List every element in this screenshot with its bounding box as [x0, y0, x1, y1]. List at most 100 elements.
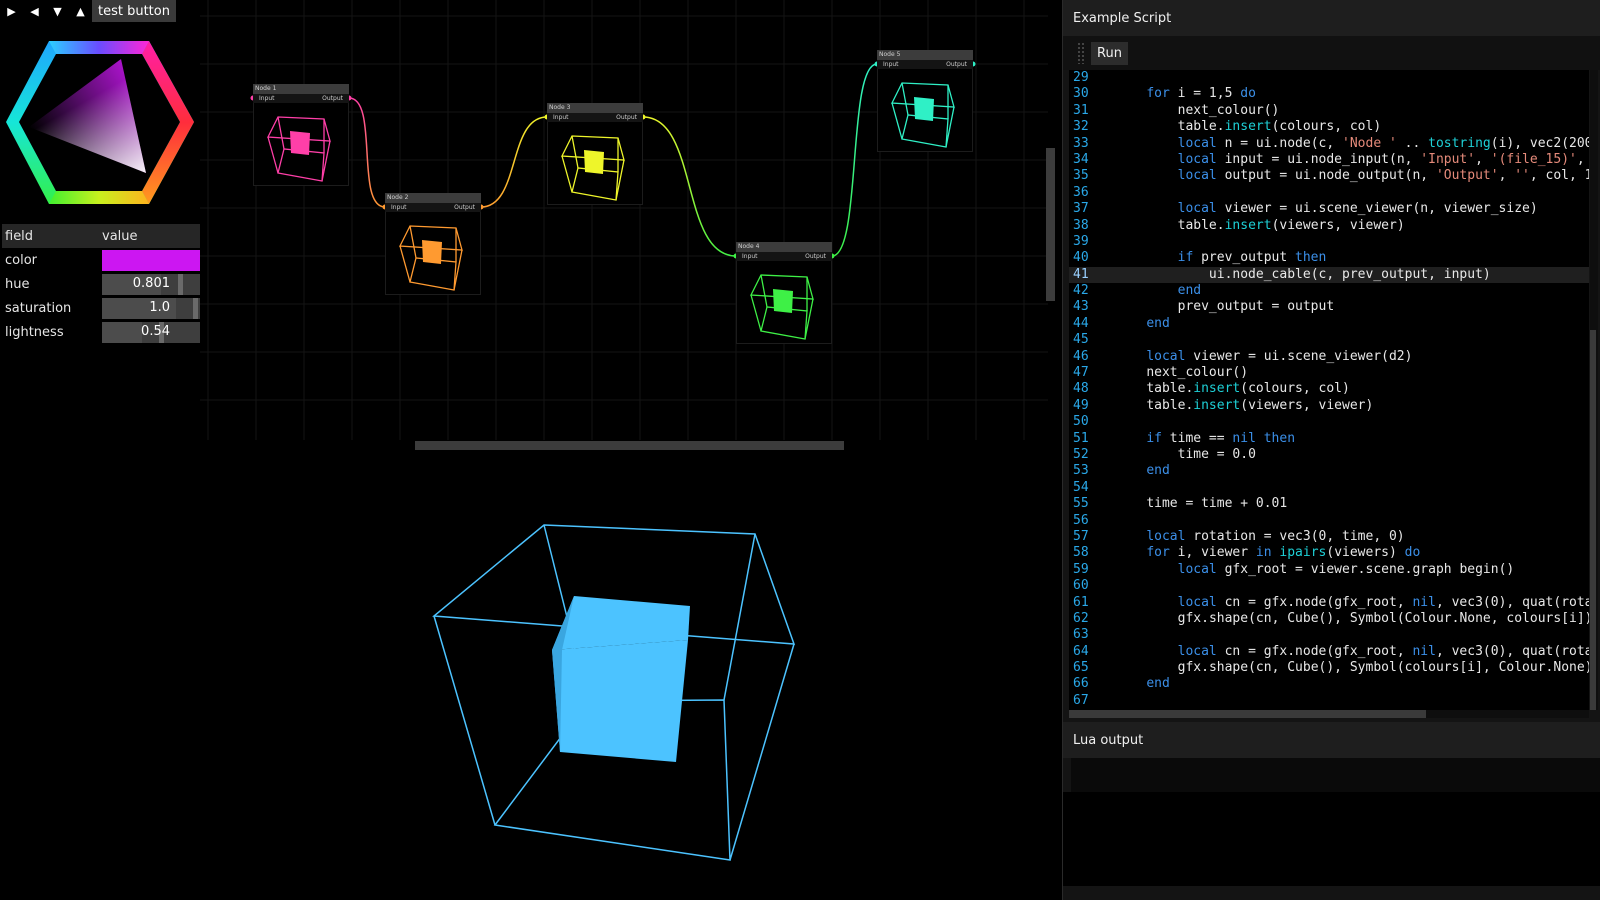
code-line[interactable]: 55 time = time + 0.01	[1069, 496, 1589, 512]
graph-node[interactable]: Node 1 Input Output	[253, 84, 349, 186]
graph-node[interactable]: Node 4 Input Output	[736, 242, 832, 344]
editor-horizontal-scrollbar[interactable]	[1069, 710, 1589, 718]
test-button[interactable]: test button	[92, 0, 176, 22]
code-line[interactable]: 56	[1069, 513, 1589, 529]
line-text: table.insert(colours, col)	[1177, 119, 1382, 135]
code-editor[interactable]: 29 30 for i = 1,5 do 31 next_colour() 32 ta…	[1069, 70, 1589, 710]
code-line[interactable]: 40 if prev_output then	[1069, 250, 1589, 266]
header-field: field	[5, 228, 34, 244]
color-swatch[interactable]	[102, 249, 200, 271]
node-input-label: Input	[553, 114, 569, 121]
node-ports: Input Output	[736, 252, 832, 261]
code-line[interactable]: 50	[1069, 414, 1589, 430]
code-line[interactable]: 37 local viewer = ui.scene_viewer(n, vie…	[1069, 201, 1589, 217]
node-cube	[749, 274, 814, 340]
code-line[interactable]: 38 table.insert(viewers, viewer)	[1069, 218, 1589, 234]
line-text: end	[1177, 283, 1202, 299]
code-line[interactable]: 60	[1069, 578, 1589, 594]
hue-slider[interactable]: 0.801	[102, 273, 200, 295]
node-viewer[interactable]	[385, 212, 481, 295]
line-number: 39	[1073, 233, 1089, 249]
code-line[interactable]: 51 if time == nil then	[1069, 431, 1589, 447]
node-cube	[266, 116, 331, 182]
code-line[interactable]: 61 local cn = gfx.node(gfx_root, nil, ve…	[1069, 595, 1589, 611]
line-text: if time == nil then	[1146, 430, 1296, 446]
code-line[interactable]: 30 for i = 1,5 do	[1069, 86, 1589, 102]
code-line[interactable]: 44 end	[1069, 316, 1589, 332]
line-text: gfx.shape(cn, Cube(), Symbol(Colour.None…	[1177, 610, 1589, 626]
code-line[interactable]: 43 prev_output = output	[1069, 299, 1589, 315]
line-number: 41	[1073, 266, 1089, 282]
code-line[interactable]: 65 gfx.shape(cn, Cube(), Symbol(colours[…	[1069, 660, 1589, 676]
up-icon[interactable]: ▲	[69, 0, 92, 22]
code-line[interactable]: 39	[1069, 234, 1589, 250]
node-graph[interactable]: Node 1 Input Output Node 2 Input Output	[200, 0, 1048, 440]
line-number: 62	[1073, 610, 1089, 626]
code-line[interactable]: 62 gfx.shape(cn, Cube(), Symbol(Colour.N…	[1069, 611, 1589, 627]
lightness-slider[interactable]: 0.54	[102, 321, 200, 343]
line-text: local rotation = vec3(0, time, 0)	[1146, 528, 1405, 544]
line-number: 52	[1073, 446, 1089, 462]
graph-horizontal-scrollbar[interactable]	[415, 441, 844, 450]
node-cable	[348, 97, 386, 208]
node-ports: Input Output	[385, 203, 481, 212]
code-line[interactable]: 64 local cn = gfx.node(gfx_root, nil, ve…	[1069, 644, 1589, 660]
code-line[interactable]: 31 next_colour()	[1069, 103, 1589, 119]
code-line[interactable]: 36	[1069, 185, 1589, 201]
line-number: 32	[1073, 119, 1089, 135]
line-text: local viewer = ui.scene_viewer(n, viewer…	[1177, 201, 1538, 217]
node-ports: Input Output	[253, 94, 349, 103]
code-line[interactable]: 35 local output = ui.node_output(n, 'Out…	[1069, 168, 1589, 184]
saturation-slider[interactable]: 1.0	[102, 297, 200, 319]
back-icon[interactable]: ◀	[23, 0, 46, 22]
code-line[interactable]: 46 local viewer = ui.scene_viewer(d2)	[1069, 349, 1589, 365]
code-line[interactable]: 66 end	[1069, 676, 1589, 692]
code-line[interactable]: 63	[1069, 627, 1589, 643]
line-number: 56	[1073, 512, 1089, 528]
editor-vertical-scrollbar[interactable]	[1590, 70, 1598, 710]
code-line[interactable]: 45	[1069, 332, 1589, 348]
graph-vertical-scrollbar[interactable]	[1046, 148, 1055, 301]
lua-output-title: Lua output	[1063, 722, 1600, 758]
code-line[interactable]: 32 table.insert(colours, col)	[1069, 119, 1589, 135]
code-line[interactable]: 52 time = 0.0	[1069, 447, 1589, 463]
line-number: 53	[1073, 463, 1089, 479]
line-number: 35	[1073, 168, 1089, 184]
node-viewer[interactable]	[736, 261, 832, 344]
code-line[interactable]: 57 local rotation = vec3(0, time, 0)	[1069, 529, 1589, 545]
graph-node[interactable]: Node 3 Input Output	[547, 103, 643, 205]
saturation-label: saturation	[5, 300, 72, 316]
line-number: 36	[1073, 184, 1089, 200]
code-line[interactable]: 47 next_colour()	[1069, 365, 1589, 381]
code-line[interactable]: 48 table.insert(colours, col)	[1069, 381, 1589, 397]
scene-viewer[interactable]	[400, 500, 820, 880]
code-line[interactable]: 67	[1069, 693, 1589, 709]
line-text: ui.node_cable(c, prev_output, input)	[1208, 266, 1491, 282]
grip-icon[interactable]	[1077, 42, 1085, 64]
code-line[interactable]: 42 end	[1069, 283, 1589, 299]
code-line[interactable]: 53 end	[1069, 463, 1589, 479]
play-icon[interactable]: ▶	[0, 0, 23, 22]
code-line[interactable]: 29	[1069, 70, 1589, 86]
properties-header: field value	[2, 224, 200, 248]
code-line[interactable]: 54	[1069, 480, 1589, 496]
code-line[interactable]: 58 for i, viewer in ipairs(viewers) do	[1069, 545, 1589, 561]
graph-node[interactable]: Node 5 Input Output	[877, 50, 973, 152]
line-number: 61	[1073, 594, 1089, 610]
line-number: 57	[1073, 528, 1089, 544]
line-number: 54	[1073, 479, 1089, 495]
run-button[interactable]: Run	[1091, 41, 1128, 65]
line-number: 45	[1073, 332, 1089, 348]
node-viewer[interactable]	[877, 69, 973, 152]
node-title: Node 3	[547, 103, 643, 113]
color-picker-hexagon[interactable]	[2, 36, 198, 212]
node-viewer[interactable]	[547, 122, 643, 205]
code-line[interactable]: 34 local input = ui.node_input(n, 'Input…	[1069, 152, 1589, 168]
down-icon[interactable]: ▼	[46, 0, 69, 22]
code-line[interactable]: 33 local n = ui.node(c, 'Node ' .. tostr…	[1069, 136, 1589, 152]
graph-node[interactable]: Node 2 Input Output	[385, 193, 481, 295]
code-line[interactable]: 59 local gfx_root = viewer.scene.graph b…	[1069, 562, 1589, 578]
node-viewer[interactable]	[253, 103, 349, 186]
code-line[interactable]: 49 table.insert(viewers, viewer)	[1069, 398, 1589, 414]
code-line[interactable]: 41 ui.node_cable(c, prev_output, input)	[1069, 266, 1589, 284]
